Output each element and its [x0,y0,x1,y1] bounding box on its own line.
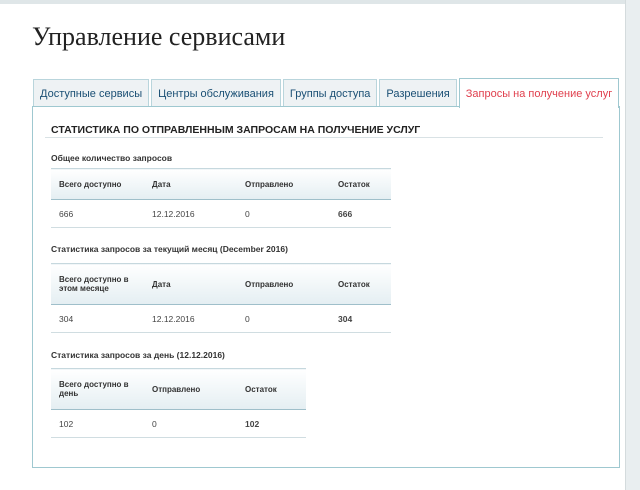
tab-service-centers[interactable]: Центры обслуживания [151,79,281,107]
table-cell: 304 [51,304,144,333]
table-total: Всего доступно Дата Отправлено Остаток 6… [51,168,391,228]
table-cell: 666 [51,199,144,228]
column-header: Остаток [330,168,391,200]
column-header: Всего доступно в день [51,368,144,410]
table-cell: 666 [330,199,391,228]
table-cell: 12.12.2016 [144,199,237,228]
table-cell: 0 [144,409,237,438]
table-cell: 12.12.2016 [144,304,237,333]
panel-divider [45,137,603,138]
column-header: Отправлено [144,368,237,410]
table-header-row: Всего доступно в этом месяце Дата Отправ… [51,263,391,305]
page-frame: Управление сервисами Доступные сервисы Ц… [0,0,626,490]
table-month: Всего доступно в этом месяце Дата Отправ… [51,263,391,333]
column-header: Дата [144,263,237,305]
column-header: Дата [144,168,237,200]
table-header-row: Всего доступно Дата Отправлено Остаток [51,168,391,200]
column-header: Остаток [330,263,391,305]
table-cell: 102 [237,409,306,438]
column-header: Всего доступно в этом месяце [51,263,144,305]
panel-title: СТАТИСТИКА ПО ОТПРАВЛЕННЫМ ЗАПРОСАМ НА П… [51,124,421,136]
table-row: 666 12.12.2016 0 666 [51,199,391,228]
statistics-panel: СТАТИСТИКА ПО ОТПРАВЛЕННЫМ ЗАПРОСАМ НА П… [32,106,620,468]
column-header: Остаток [237,368,306,410]
section-title-month: Статистика запросов за текущий месяц (De… [51,244,288,254]
table-header-row: Всего доступно в день Отправлено Остаток [51,368,306,410]
tab-access-groups[interactable]: Группы доступа [282,79,378,107]
column-header: Отправлено [237,168,330,200]
tab-bar: Доступные сервисы Центры обслуживания Гр… [33,77,621,108]
table-cell: 304 [330,304,391,333]
column-header: Отправлено [237,263,330,305]
table-cell: 102 [51,409,144,438]
table-row: 304 12.12.2016 0 304 [51,304,391,333]
column-header: Всего доступно [51,168,144,200]
page-title: Управление сервисами [32,22,286,51]
top-bar [0,0,625,4]
section-title-day: Статистика запросов за день (12.12.2016) [51,350,225,360]
table-row: 102 0 102 [51,409,306,438]
table-day: Всего доступно в день Отправлено Остаток… [51,368,306,438]
table-cell: 0 [237,304,330,333]
tab-permissions[interactable]: Разрешения [379,79,457,107]
section-title-total: Общее количество запросов [51,153,173,163]
table-cell: 0 [237,199,330,228]
tab-available-services[interactable]: Доступные сервисы [33,79,150,107]
tab-service-requests[interactable]: Запросы на получение услуг [458,78,620,108]
